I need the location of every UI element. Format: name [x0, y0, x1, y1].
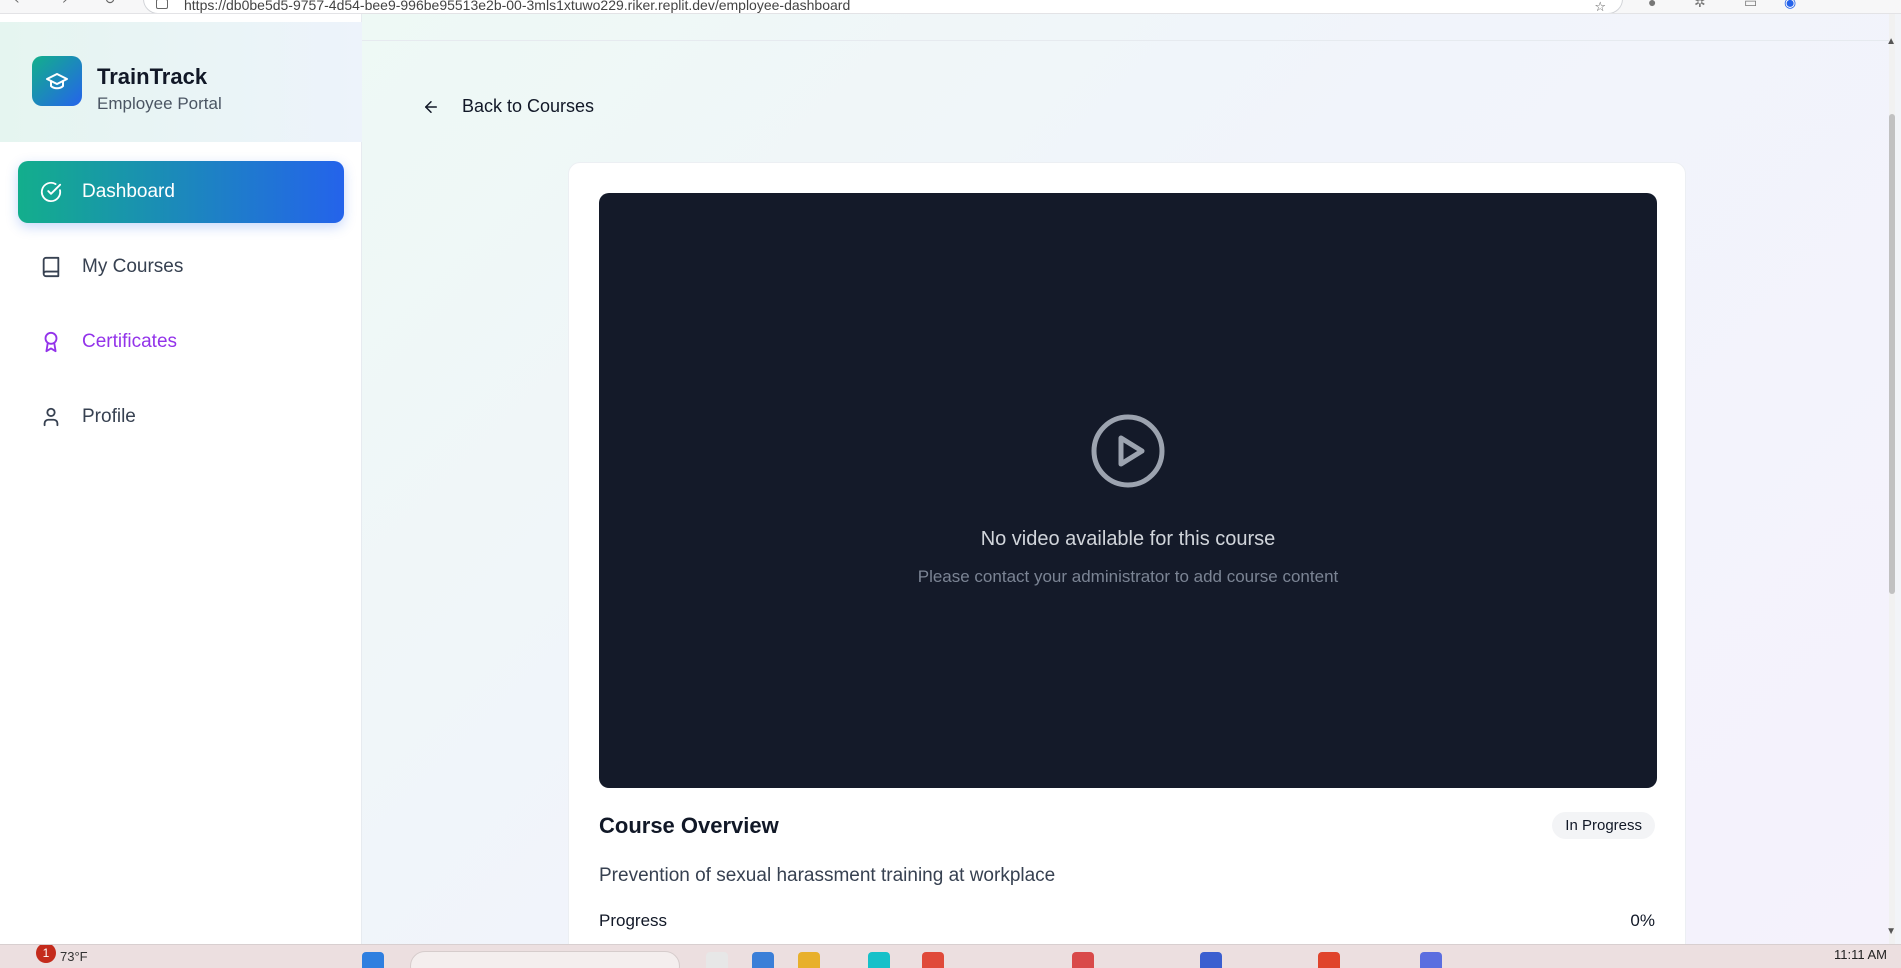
progress-label: Progress [599, 911, 668, 930]
app-icon[interactable] [1200, 952, 1222, 968]
sidebar-item-dashboard[interactable]: Dashboard [18, 161, 344, 223]
browser-toolbar: ‹ › ↻ https://db0be5d5-9757-4d54-bee9-99… [0, 0, 1901, 14]
play-circle-icon[interactable] [1090, 413, 1166, 489]
course-description: Prevention of sexual harassment training… [599, 865, 1056, 886]
sidebar-item-label: Profile [82, 406, 136, 427]
site-info-icon[interactable] [156, 0, 168, 9]
app-icon[interactable] [1318, 952, 1340, 968]
sidebar-item-label: My Courses [82, 256, 184, 277]
task-view-icon[interactable] [706, 952, 728, 968]
outlook-icon[interactable] [752, 952, 774, 968]
address-bar[interactable]: https://db0be5d5-9757-4d54-bee9-996be955… [143, 0, 1623, 13]
video-player[interactable]: No video available for this course Pleas… [599, 193, 1657, 788]
profile-icon[interactable]: ◉ [1784, 0, 1796, 11]
course-card: No video available for this course Pleas… [568, 162, 1686, 962]
teams-icon[interactable] [1420, 952, 1442, 968]
brand-title: TrainTrack [97, 64, 208, 89]
progress-value: 0% [1630, 911, 1655, 930]
notification-badge[interactable]: 1 [36, 945, 56, 963]
clock[interactable]: 11:11 AM [1834, 947, 1887, 962]
back-label: Back to Courses [462, 96, 595, 116]
scrollbar-thumb[interactable] [1889, 114, 1895, 594]
course-overview-title: Course Overview [599, 813, 779, 838]
browser-back-icon[interactable]: ‹ [14, 0, 20, 8]
brand-header: TrainTrack Employee Portal [0, 22, 362, 142]
main-content: Back to Courses No video available for t… [362, 14, 1896, 962]
back-to-courses-button[interactable]: Back to Courses [422, 96, 594, 117]
app: TrainTrack Employee Portal Dashboard My … [0, 14, 1901, 962]
user-icon [40, 406, 62, 428]
start-icon[interactable] [362, 952, 384, 968]
browser-reload-icon[interactable]: ↻ [104, 0, 116, 8]
browser-forward-icon[interactable]: › [62, 0, 68, 8]
edge-icon[interactable] [868, 952, 890, 968]
mail-icon[interactable] [1072, 952, 1094, 968]
app-icon[interactable] [922, 952, 944, 968]
check-circle-icon [40, 181, 62, 203]
sidebar-item-label: Certificates [82, 331, 178, 352]
sidebar-item-label: Dashboard [82, 181, 175, 202]
url-text[interactable]: https://db0be5d5-9757-4d54-bee9-996be955… [184, 0, 850, 13]
taskbar-search[interactable] [410, 951, 680, 968]
taskbar: 1 73°F 11:11 AM [0, 944, 1901, 968]
scroll-down-icon[interactable]: ▼ [1886, 926, 1896, 937]
sidebar-item-profile[interactable]: Profile [18, 386, 344, 448]
brand-subtitle: Employee Portal [97, 94, 222, 113]
header-divider [362, 40, 1895, 41]
file-explorer-icon[interactable] [798, 952, 820, 968]
sidebar: TrainTrack Employee Portal Dashboard My … [0, 14, 362, 944]
no-video-submessage: Please contact your administrator to add… [917, 567, 1339, 586]
extension-icon[interactable]: ● [1648, 0, 1656, 10]
arrow-left-icon [422, 98, 440, 116]
graduation-cap-icon [32, 56, 82, 106]
chat-icon[interactable]: ▭ [1744, 0, 1757, 11]
sidebar-item-certificates[interactable]: Certificates [18, 311, 344, 373]
status-badge: In Progress [1552, 812, 1655, 839]
scroll-up-icon[interactable]: ▲ [1886, 36, 1896, 47]
extensions-puzzle-icon[interactable]: ✲ [1694, 0, 1706, 11]
no-video-message: No video available for this course [980, 528, 1276, 550]
bookmark-star-icon[interactable]: ☆ [1594, 0, 1606, 13]
award-icon [40, 331, 62, 353]
weather-widget[interactable]: 73°F [60, 949, 88, 964]
book-icon [40, 256, 62, 278]
page-scrollbar[interactable]: ▲ ▼ [1886, 14, 1896, 944]
sidebar-item-my-courses[interactable]: My Courses [18, 236, 344, 298]
